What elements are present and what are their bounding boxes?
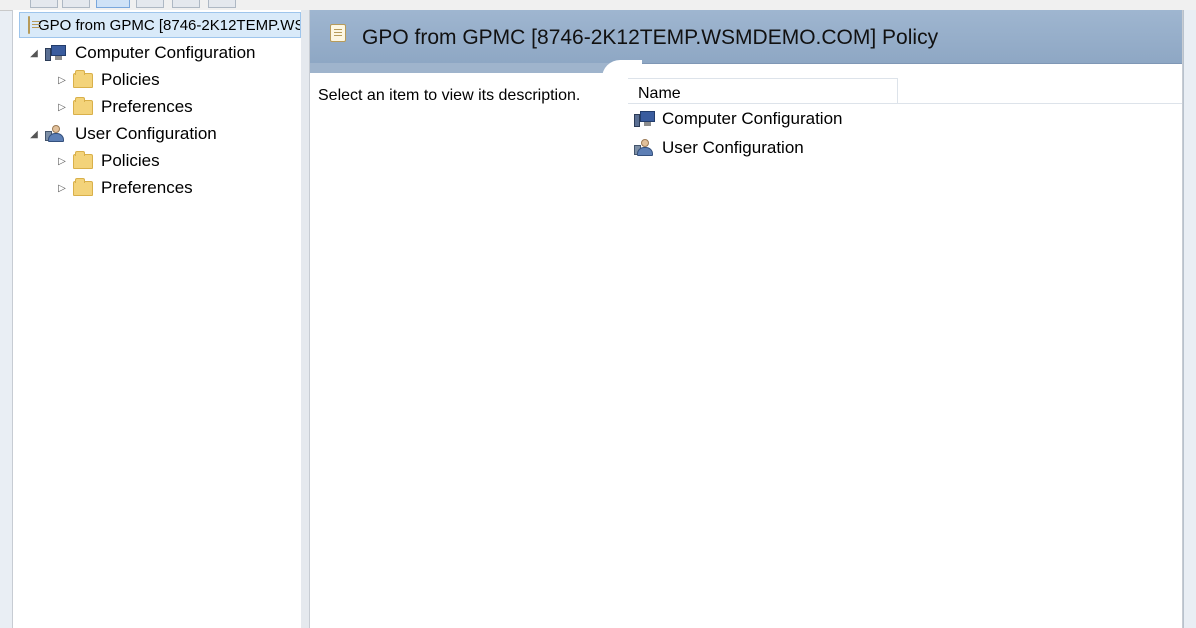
tree-node-label: Preferences — [101, 178, 193, 197]
tree-node-label: GPO from GPMC [8746-2K12TEMP.WSMDEMO.COM… — [38, 16, 300, 34]
description-text: Select an item to view its description. — [318, 87, 581, 104]
tree-node-label: Preferences — [101, 97, 193, 116]
collapse-arrow-icon[interactable]: ◢ — [27, 48, 41, 59]
tree-node-computer-configuration[interactable]: ◢ Computer Configuration — [27, 40, 255, 66]
column-header-name[interactable]: Name — [628, 78, 898, 104]
expand-arrow-icon[interactable]: ▷ — [55, 183, 69, 194]
user-icon — [45, 125, 67, 143]
tree-node-label: User Configuration — [75, 124, 217, 143]
toolbar-button-up[interactable] — [136, 0, 164, 8]
details-pane: GPO from GPMC [8746-2K12TEMP.WSMDEMO.COM… — [309, 10, 1183, 628]
tree-node-label: Policies — [101, 70, 160, 89]
toolbar-button-view[interactable] — [96, 0, 130, 8]
user-icon — [634, 139, 656, 157]
tree-node-gpo-root[interactable]: GPO from GPMC [8746-2K12TEMP.WSMDEMO.COM… — [19, 12, 301, 38]
toolbar-button-forward[interactable] — [62, 0, 90, 8]
tree-node-user-configuration[interactable]: ◢ User Configuration — [27, 121, 217, 147]
tree-node-label: Computer Configuration — [75, 43, 256, 62]
tree-node-user-preferences[interactable]: ▷ Preferences — [55, 175, 193, 201]
list-item-computer-configuration[interactable]: Computer Configuration — [634, 106, 842, 132]
computer-icon — [634, 110, 656, 128]
list-item-user-configuration[interactable]: User Configuration — [634, 135, 804, 161]
toolbar-button-help[interactable] — [208, 0, 236, 8]
toolbar-button-properties[interactable] — [172, 0, 200, 8]
list-item-label: User Configuration — [662, 138, 804, 157]
policy-scroll-icon — [28, 16, 40, 34]
computer-icon — [45, 44, 67, 62]
tree-node-computer-preferences[interactable]: ▷ Preferences — [55, 94, 193, 120]
toolbar-button-back[interactable] — [30, 0, 58, 8]
folder-icon — [73, 150, 93, 169]
pane-splitter[interactable] — [301, 10, 309, 628]
navigation-tree: GPO from GPMC [8746-2K12TEMP.WSMDEMO.COM… — [12, 10, 302, 628]
tree-node-computer-policies[interactable]: ▷ Policies — [55, 67, 160, 93]
tree-node-label: Policies — [101, 151, 160, 170]
folder-icon — [73, 96, 93, 115]
expand-arrow-icon[interactable]: ▷ — [55, 102, 69, 113]
expand-arrow-icon[interactable]: ▷ — [55, 75, 69, 86]
policy-scroll-icon — [330, 24, 346, 42]
details-header: GPO from GPMC [8746-2K12TEMP.WSMDEMO.COM… — [310, 10, 1182, 64]
folder-icon — [73, 69, 93, 88]
window-edge — [1183, 10, 1196, 628]
column-header-filler — [898, 78, 1182, 104]
list-item-label: Computer Configuration — [662, 109, 843, 128]
header-tab-curve — [602, 60, 642, 80]
details-title: GPO from GPMC [8746-2K12TEMP.WSMDEMO.COM… — [362, 26, 939, 49]
collapse-arrow-icon[interactable]: ◢ — [27, 129, 41, 140]
folder-icon — [73, 177, 93, 196]
tree-node-user-policies[interactable]: ▷ Policies — [55, 148, 160, 174]
expand-arrow-icon[interactable]: ▷ — [55, 156, 69, 167]
